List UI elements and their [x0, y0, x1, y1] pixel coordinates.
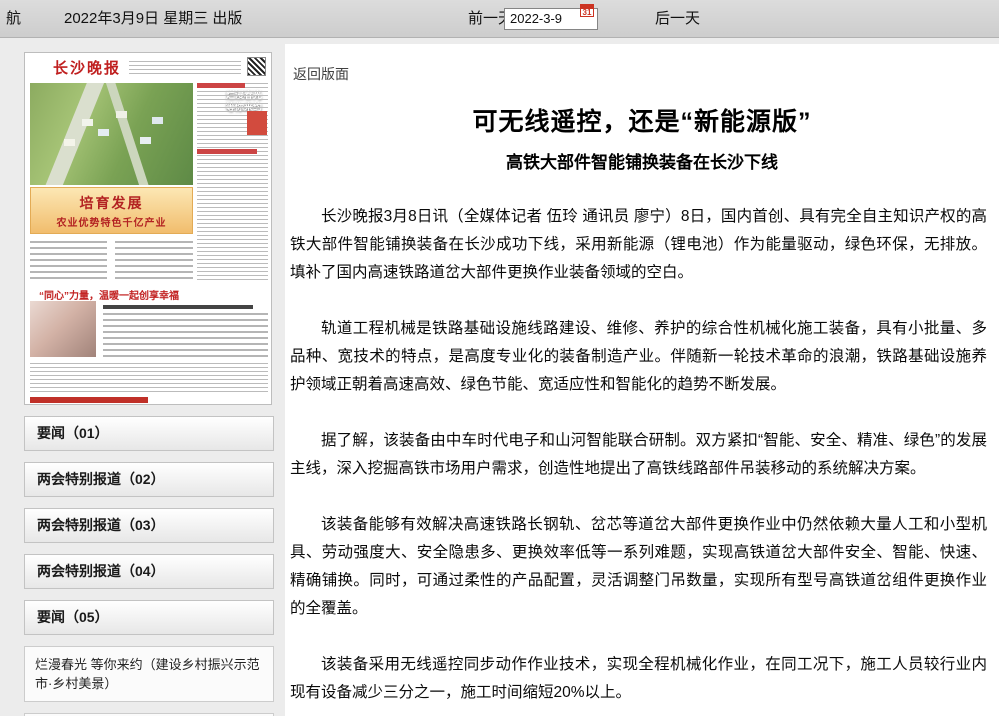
photo-road-shape [38, 83, 105, 185]
text-column-block [30, 241, 107, 283]
feature-headline-line2: 农业优势特色千亿产业 [57, 218, 167, 229]
red-promo-box [247, 111, 267, 135]
feature-headline-box: 培育发展 农业优势特色千亿产业 [30, 187, 193, 234]
red-subhead-bar [197, 83, 245, 88]
article-title: 可无线遥控，还是“新能源版” [295, 102, 989, 138]
article-body: 长沙晚报3月8日讯（全媒体记者 伍玲 通讯员 廖宁）8日，国内首创、具有完全自主… [290, 203, 987, 707]
qr-code-icon [247, 57, 266, 76]
red-banner [30, 397, 148, 403]
article-subtitle: 高铁大部件智能铺换装备在长沙下线 [295, 148, 989, 173]
bold-headline-bar [103, 305, 253, 309]
masthead-small-text [129, 61, 241, 74]
article-paragraph: 该装备能够有效解决高速铁路长钢轨、岔芯等道岔大部件更换作业中仍然依赖大量人工和小… [290, 511, 987, 623]
feature-headline-line1: 培育发展 [80, 195, 144, 211]
topbar: 航 2022年3月9日 星期三 出版 前一天 31 后一天 [0, 0, 999, 38]
epaper-reader-screen: 航 2022年3月9日 星期三 出版 前一天 31 后一天 长沙晚报 烂漫春光 … [0, 0, 999, 716]
sidebar-section-item-04[interactable]: 两会特别报道（04） [24, 554, 274, 589]
photo-road2-shape [104, 83, 156, 185]
red-subhead-bar [197, 149, 257, 154]
mid-red-headline: “同心”力量，温暖一起创享幸福 [39, 287, 189, 302]
text-column-block [30, 363, 268, 393]
date-picker: 31 [504, 0, 598, 38]
sidebar-section-item-05[interactable]: 要闻（05） [24, 600, 274, 635]
sidebar-article-item-1[interactable]: 烂漫春光 等你来约（建设乡村振兴示范市·乡村美景） [24, 646, 274, 702]
text-column-block [103, 313, 268, 357]
masthead-text: 长沙晚报 [53, 57, 121, 78]
article-paragraph: 该装备采用无线遥控同步动作作业技术，实现全程机械化作业，在同工况下，施工人员较行… [290, 651, 987, 707]
sidebar-section-item-03[interactable]: 两会特别报道（03） [24, 508, 274, 543]
sidebar-section-item-02[interactable]: 两会特别报道（02） [24, 462, 274, 497]
next-day-button[interactable]: 后一天 [655, 0, 700, 38]
page-thumbnail[interactable]: 长沙晚报 烂漫春光 等你来约 培育发展 农业优势特色千亿产业 “同心”力量，温暖… [24, 52, 272, 405]
article-panel: 返回版面 可无线遥控，还是“新能源版” 高铁大部件智能铺换装备在长沙下线 长沙晚… [285, 44, 999, 716]
publish-date-label: 2022年3月9日 星期三 出版 [64, 0, 242, 38]
aerial-village-photo [30, 83, 193, 185]
person-photo [30, 301, 96, 357]
sidebar-section-item-01[interactable]: 要闻（01） [24, 416, 274, 451]
back-to-page-link[interactable]: 返回版面 [293, 64, 349, 84]
sidebar: 长沙晚报 烂漫春光 等你来约 培育发展 农业优势特色千亿产业 “同心”力量，温暖… [24, 52, 274, 716]
text-column-block [115, 241, 193, 283]
photo-buildings-shape [82, 119, 93, 126]
article-paragraph: 据了解，该装备由中车时代电子和山河智能联合研制。双方紧扣“智能、安全、精准、绿色… [290, 427, 987, 483]
nav-link-partial[interactable]: 航 [6, 0, 21, 38]
article-paragraph: 轨道工程机械是铁路基础设施线路建设、维修、养护的综合性机械化施工装备，具有小批量… [290, 315, 987, 399]
article-paragraph: 长沙晚报3月8日讯（全媒体记者 伍玲 通讯员 廖宁）8日，国内首创、具有完全自主… [290, 203, 987, 287]
calendar-icon[interactable]: 31 [580, 4, 594, 17]
